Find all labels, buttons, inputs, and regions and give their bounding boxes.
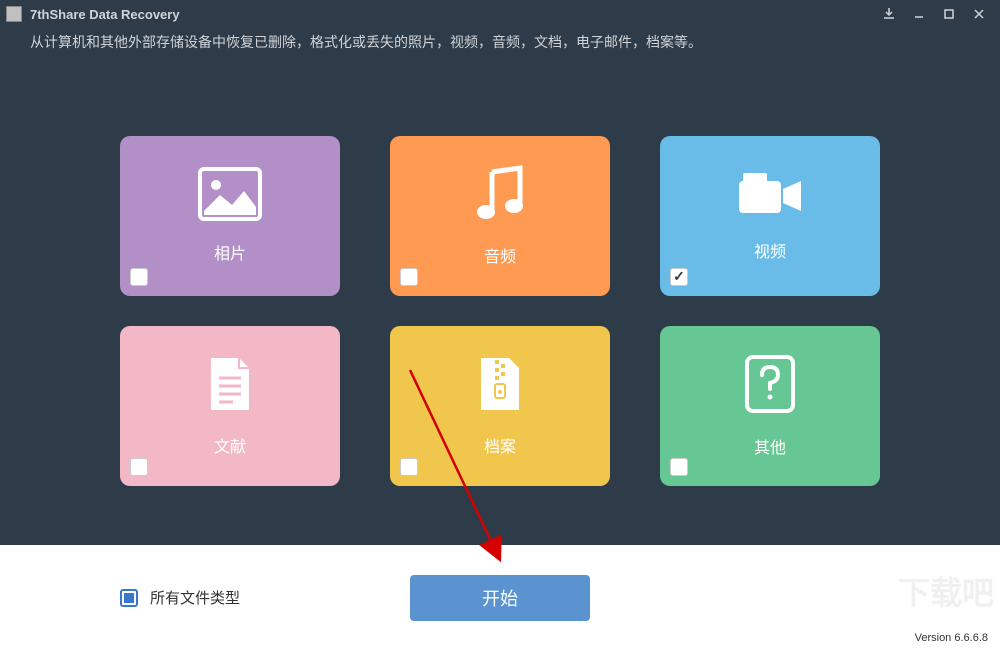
- photo-icon: [198, 167, 262, 226]
- card-archive-label: 档案: [484, 433, 516, 457]
- card-document-checkbox[interactable]: [130, 458, 148, 476]
- card-archive[interactable]: 档案: [390, 326, 610, 486]
- video-camera-icon: [735, 169, 805, 224]
- card-video-label: 视频: [754, 238, 786, 262]
- main-area: 相片 音频: [0, 66, 1000, 545]
- start-button-label: 开始: [482, 585, 518, 611]
- app-icon: [6, 6, 22, 22]
- version-label: Version 6.6.6.8: [915, 632, 988, 644]
- card-other[interactable]: 其他: [660, 326, 880, 486]
- card-document-label: 文献: [214, 433, 246, 457]
- download-button[interactable]: [874, 3, 904, 25]
- all-types-checkbox[interactable]: [120, 589, 138, 607]
- card-audio-checkbox[interactable]: [400, 268, 418, 286]
- music-note-icon: [472, 164, 528, 229]
- footer-bar: 所有文件类型 开始 Version 6.6.6.8: [0, 545, 1000, 650]
- app-subtitle: 从计算机和其他外部存储设备中恢复已删除，格式化或丢失的照片，视频，音频，文档，电…: [0, 28, 1000, 66]
- card-photo-label: 相片: [214, 240, 246, 264]
- card-audio-label: 音频: [484, 243, 516, 267]
- close-button[interactable]: [964, 3, 994, 25]
- card-document[interactable]: 文献: [120, 326, 340, 486]
- card-archive-checkbox[interactable]: [400, 458, 418, 476]
- card-video-checkbox[interactable]: [670, 268, 688, 286]
- maximize-button[interactable]: [934, 3, 964, 25]
- question-icon: [743, 353, 797, 420]
- card-video[interactable]: 视频: [660, 136, 880, 296]
- minimize-button[interactable]: [904, 3, 934, 25]
- card-other-label: 其他: [754, 434, 786, 458]
- start-button[interactable]: 开始: [410, 575, 590, 621]
- document-icon: [205, 354, 255, 419]
- title-bar: 7thShare Data Recovery: [0, 0, 1000, 28]
- card-other-checkbox[interactable]: [670, 458, 688, 476]
- card-photo[interactable]: 相片: [120, 136, 340, 296]
- card-photo-checkbox[interactable]: [130, 268, 148, 286]
- archive-icon: [475, 354, 525, 419]
- all-types-label: 所有文件类型: [150, 587, 240, 608]
- app-title: 7thShare Data Recovery: [30, 7, 874, 22]
- all-file-types[interactable]: 所有文件类型: [120, 587, 240, 608]
- card-audio[interactable]: 音频: [390, 136, 610, 296]
